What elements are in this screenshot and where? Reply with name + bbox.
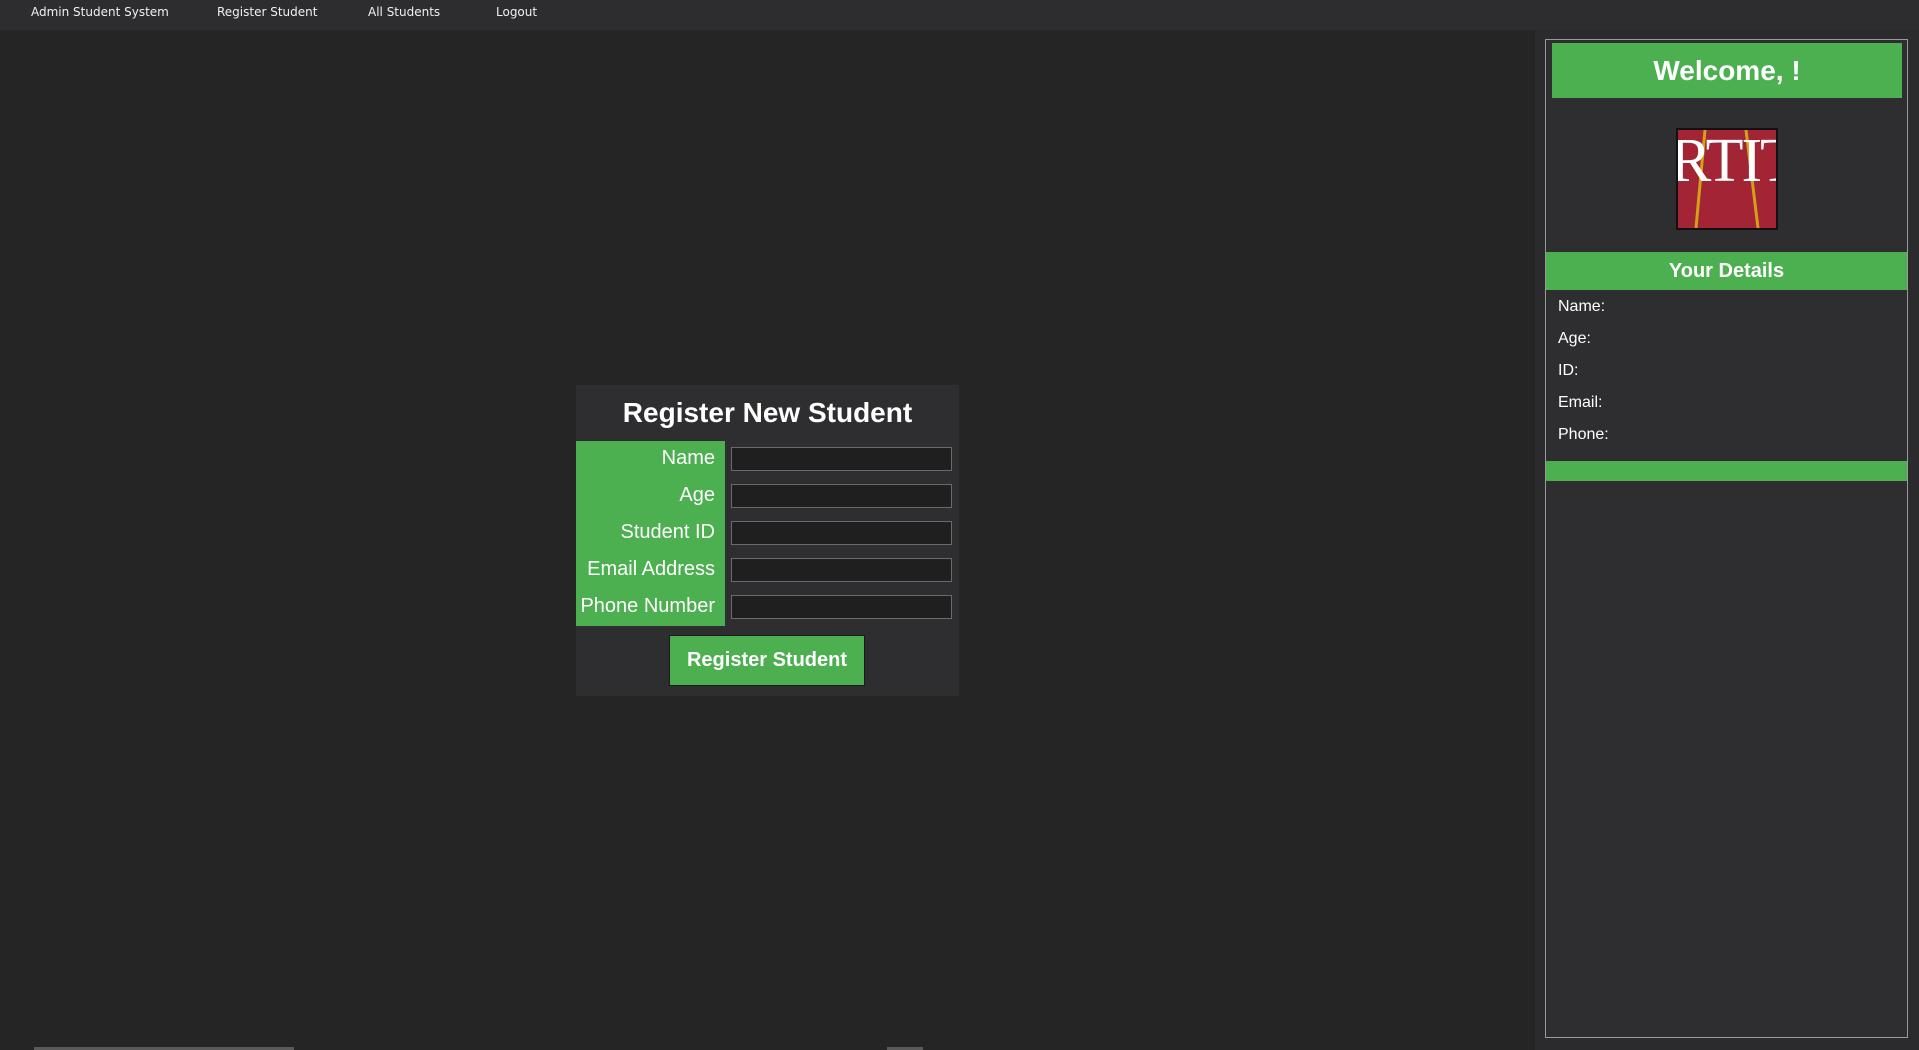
detail-email: Email: [1558,394,1606,412]
detail-phone-label: Phone: [1558,426,1609,443]
menu-bar: Admin Student System Register Student Al… [0,0,1919,30]
welcome-banner: Welcome, ! [1552,43,1902,98]
email-address-label: Email Address [587,558,715,580]
register-student-button[interactable]: Register Student [669,635,865,686]
detail-age-label: Age: [1558,330,1591,347]
email-address-input[interactable] [731,558,952,582]
menu-item-all-students[interactable]: All Students [368,5,440,19]
user-sidebar: Welcome, ! RTIT Your Details Name: Age: … [1545,39,1908,1038]
sidebar-footer-bar [1546,461,1907,481]
name-label: Name [661,447,715,469]
menu-item-register-student[interactable]: Register Student [217,5,317,19]
detail-id: ID: [1558,362,1582,380]
detail-age: Age: [1558,330,1595,348]
student-id-label: Student ID [620,521,715,543]
menu-item-logout[interactable]: Logout [496,5,537,19]
register-form: Register New Student Name Age Student ID… [576,385,959,696]
phone-number-label: Phone Number [580,595,715,617]
detail-phone: Phone: [1558,426,1613,444]
detail-name-label: Name: [1558,298,1606,315]
name-input[interactable] [731,447,952,471]
age-label: Age [679,484,715,506]
age-input[interactable] [731,484,952,508]
logo: RTIT [1676,128,1778,230]
student-id-input[interactable] [731,521,952,545]
menu-item-admin-student-system[interactable]: Admin Student System [31,5,169,19]
form-title: Register New Student [622,397,913,428]
detail-name: Name: [1558,298,1609,316]
details-header: Your Details [1546,252,1907,290]
phone-number-input[interactable] [731,595,952,619]
logo-text: RTIT [1676,128,1776,195]
detail-id-label: ID: [1558,362,1579,379]
label-column: Name Age Student ID Email Address Phone … [576,441,725,626]
detail-email-label: Email: [1558,394,1603,411]
